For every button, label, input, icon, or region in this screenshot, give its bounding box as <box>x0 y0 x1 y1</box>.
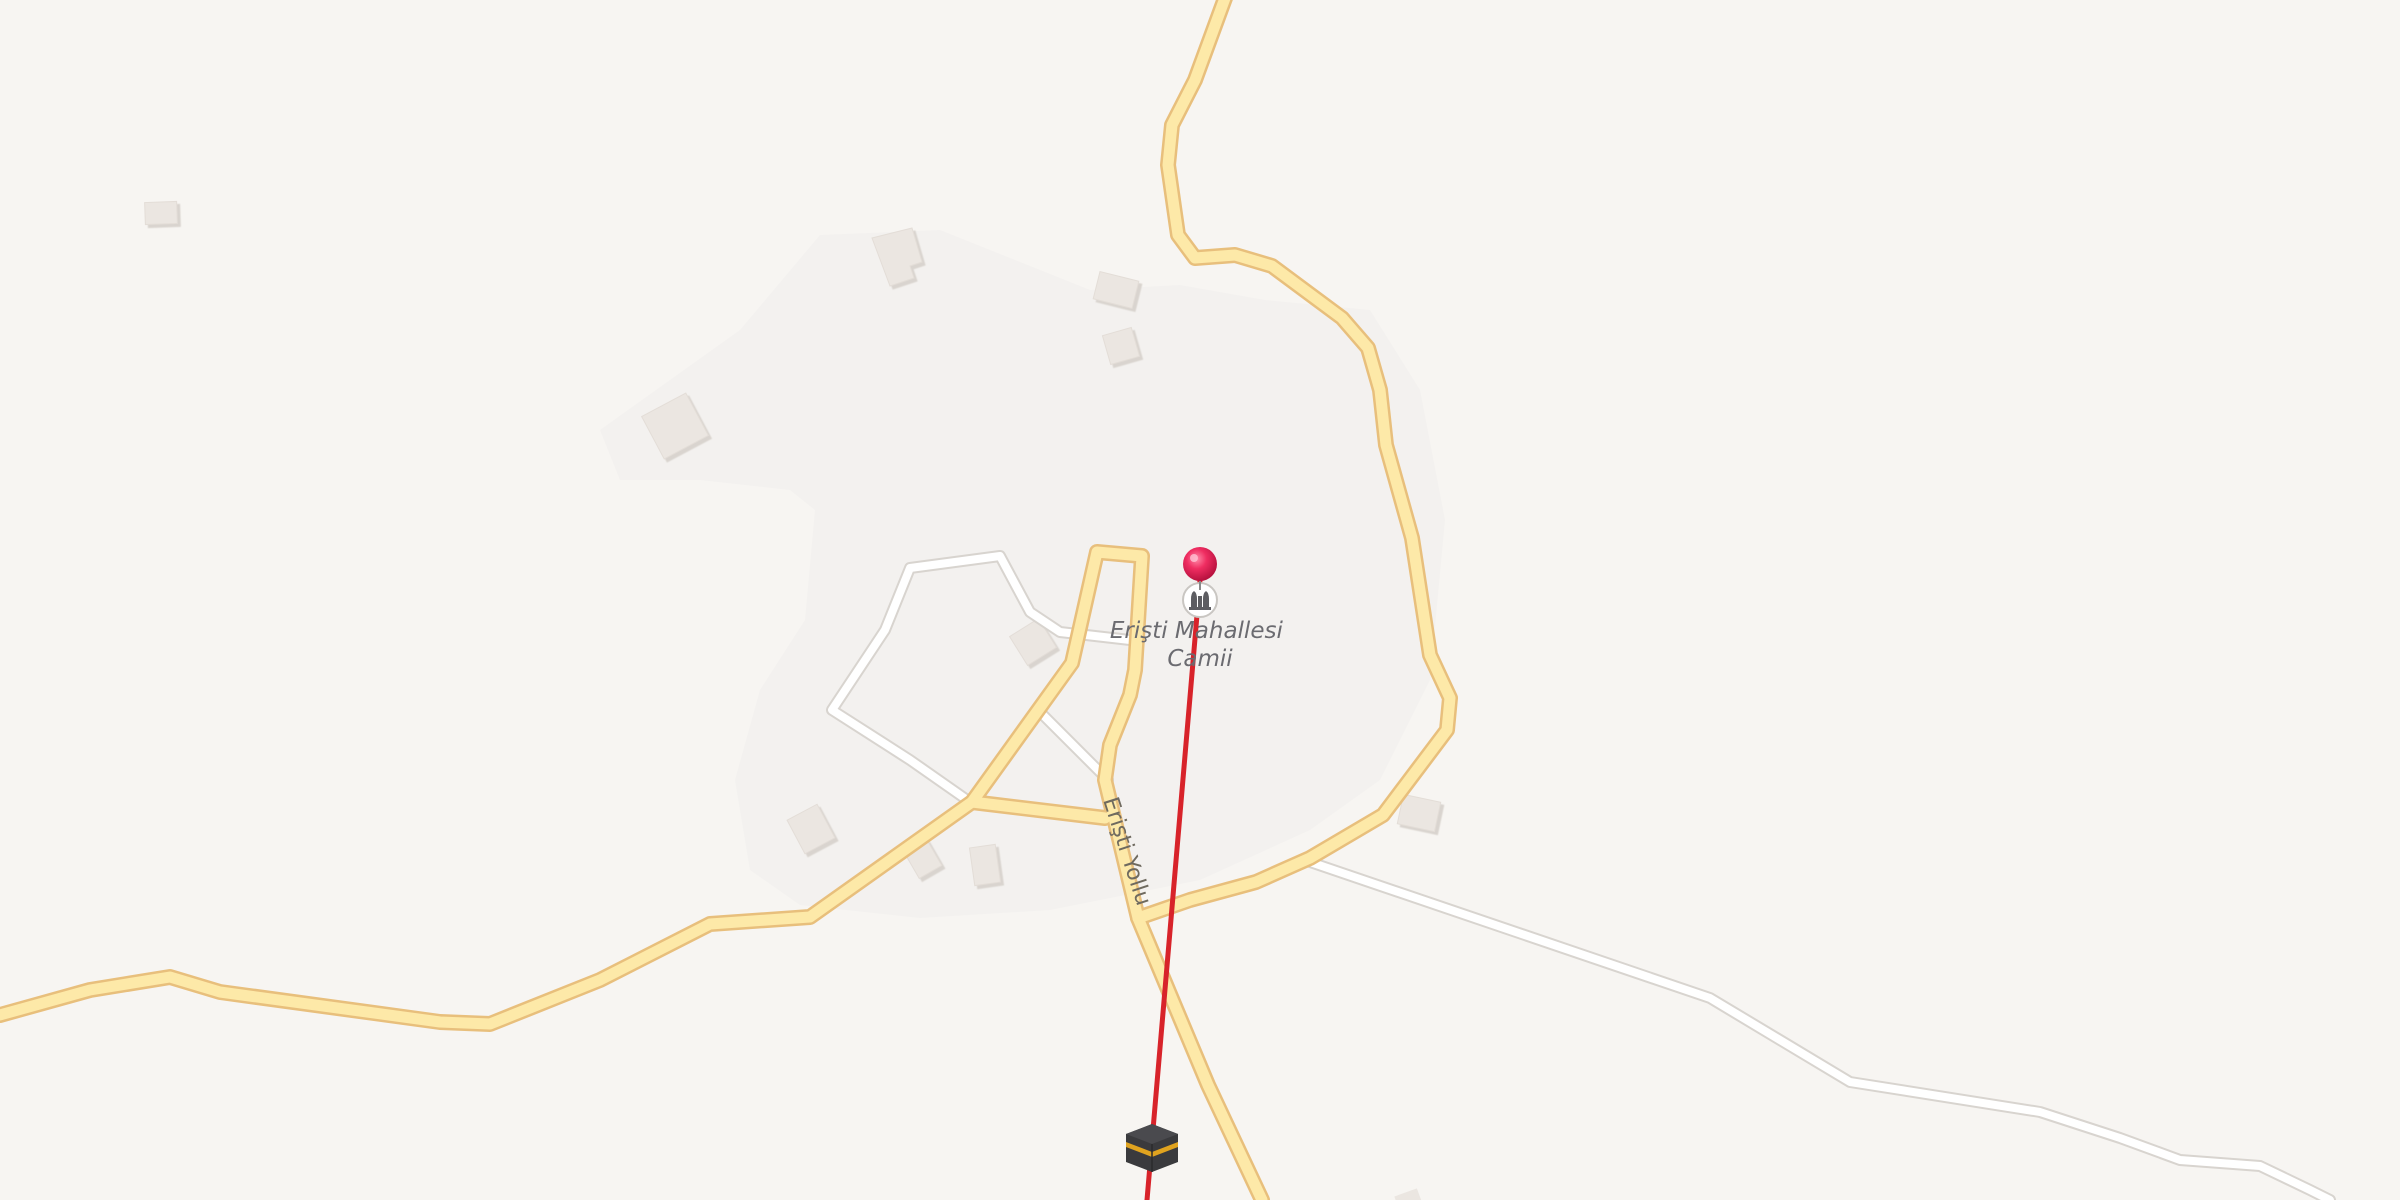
kaaba-icon[interactable] <box>1126 1124 1178 1172</box>
poi-label-line2: Camii <box>1167 646 1233 672</box>
map-canvas[interactable]: Erişti Yollu Erişti Mahallesi Camii <box>0 0 2400 1200</box>
building <box>144 200 178 226</box>
poi-label-line1: Erişti Mahallesi <box>1110 618 1284 644</box>
building <box>968 843 1002 887</box>
